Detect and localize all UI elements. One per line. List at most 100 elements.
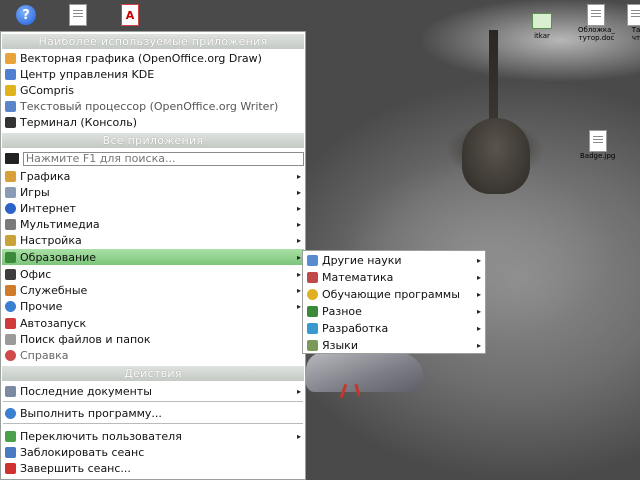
menu-item-internet[interactable]: Интернет ▸ bbox=[2, 200, 304, 216]
desktop-icon-partial[interactable]: Та чт bbox=[626, 4, 640, 42]
graphics-icon bbox=[5, 170, 16, 182]
utilities-icon bbox=[5, 284, 16, 296]
submenu-arrow-icon: ▸ bbox=[476, 306, 481, 316]
run-command-icon bbox=[5, 407, 16, 419]
development-icon bbox=[307, 322, 318, 334]
desktop-icon-pdf[interactable]: A bbox=[120, 4, 140, 26]
menu-item-label: Мультимедиа bbox=[20, 217, 100, 231]
control-center-icon bbox=[5, 68, 16, 80]
menu-item-label: Игры bbox=[20, 185, 50, 199]
menu-item-terminal[interactable]: Терминал (Консоль) bbox=[2, 114, 304, 130]
spreadsheet-icon bbox=[532, 13, 552, 29]
globe-icon bbox=[5, 202, 16, 214]
menu-item-switch-user[interactable]: Переключить пользователя ▸ bbox=[2, 428, 304, 444]
menu-item-office[interactable]: Офис ▸ bbox=[2, 266, 304, 282]
application-menu: Наиболее используемые приложения Векторн… bbox=[0, 31, 306, 480]
submenu-arrow-icon: ▸ bbox=[296, 386, 301, 396]
submenu-arrow-icon: ▸ bbox=[296, 171, 301, 181]
menu-item-education[interactable]: Образование ▸ bbox=[2, 249, 304, 265]
submenu-arrow-icon: ▸ bbox=[296, 235, 301, 245]
menu-item-settings[interactable]: Настройка ▸ bbox=[2, 232, 304, 248]
menu-item-multimedia[interactable]: Мультимедиа ▸ bbox=[2, 216, 304, 232]
menu-item-label: Терминал (Консоль) bbox=[20, 115, 137, 129]
menu-item-label: Векторная графика (OpenOffice.org Draw) bbox=[20, 51, 262, 65]
lamp-reflection bbox=[462, 118, 530, 194]
submenu-arrow-icon: ▸ bbox=[476, 255, 481, 265]
find-files-icon bbox=[5, 333, 16, 345]
desktop-icon-badge[interactable]: Badge.jpg bbox=[580, 130, 615, 160]
menu-item-kde-control-center[interactable]: Центр управления KDE bbox=[2, 66, 304, 82]
menu-item-gcompris[interactable]: GCompris bbox=[2, 82, 304, 98]
menu-item-label: Последние документы bbox=[20, 384, 152, 398]
help-icon bbox=[5, 349, 16, 361]
submenu-arrow-icon: ▸ bbox=[296, 219, 301, 229]
menu-item-recent-documents[interactable]: Последние документы ▸ bbox=[2, 383, 304, 399]
switch-user-icon bbox=[5, 430, 16, 442]
submenu-arrow-icon: ▸ bbox=[476, 272, 481, 282]
desktop-icon-label: Badge.jpg bbox=[580, 152, 616, 160]
submenu-arrow-icon: ▸ bbox=[476, 289, 481, 299]
lamp-pole-reflection bbox=[489, 30, 498, 130]
menu-item-find-files[interactable]: Поиск файлов и папок bbox=[2, 331, 304, 347]
menu-item-help[interactable]: Справка bbox=[2, 347, 304, 363]
document-icon bbox=[587, 4, 606, 26]
games-icon bbox=[5, 186, 16, 198]
menu-item-label: Автозапуск bbox=[20, 316, 87, 330]
menu-item-utilities[interactable]: Служебные ▸ bbox=[2, 282, 304, 298]
desktop-icon-oblozhka[interactable]: Обложка_ тутор.doc bbox=[578, 4, 615, 42]
desktop-icon-label: Обложка_ тутор.doc bbox=[578, 26, 615, 42]
submenu-item-mathematics[interactable]: Математика ▸ bbox=[304, 269, 484, 285]
section-header-all-apps: Все приложения bbox=[2, 133, 304, 148]
menu-item-label: Справка bbox=[20, 348, 69, 362]
menu-item-label: Разработка bbox=[322, 321, 389, 335]
desktop-icon-label: Та чт bbox=[631, 26, 640, 42]
multimedia-icon bbox=[5, 218, 16, 230]
submenu-arrow-icon: ▸ bbox=[476, 323, 481, 333]
menu-item-graphics[interactable]: Графика ▸ bbox=[2, 168, 304, 184]
mathematics-icon bbox=[307, 271, 318, 283]
menu-separator bbox=[3, 423, 303, 424]
languages-icon bbox=[307, 339, 318, 351]
submenu-item-languages[interactable]: Языки ▸ bbox=[304, 337, 484, 353]
gcompris-icon bbox=[5, 84, 16, 96]
desktop-icon-label: itkar bbox=[534, 32, 550, 40]
submenu-item-other-sciences[interactable]: Другие науки ▸ bbox=[304, 252, 484, 268]
submenu-item-misc[interactable]: Разное ▸ bbox=[304, 303, 484, 319]
desktop-icon-help[interactable]: ? bbox=[16, 4, 36, 26]
search-icon bbox=[5, 153, 19, 164]
desktop-icon-document[interactable] bbox=[68, 4, 88, 26]
submenu-arrow-icon: ▸ bbox=[296, 431, 301, 441]
menu-item-other[interactable]: Прочие ▸ bbox=[2, 298, 304, 314]
menu-item-label: Языки bbox=[322, 338, 358, 352]
menu-item-label: Настройка bbox=[20, 233, 82, 247]
menu-item-label: Обучающие программы bbox=[322, 287, 460, 301]
menu-item-label: Центр управления KDE bbox=[20, 67, 155, 81]
draw-icon bbox=[5, 52, 16, 64]
submenu-item-tutorials[interactable]: Обучающие программы ▸ bbox=[304, 286, 484, 302]
menu-item-label: Офис bbox=[20, 267, 52, 281]
search-row bbox=[2, 150, 304, 167]
menu-item-label: Прочие bbox=[20, 299, 63, 313]
menu-item-label: Текстовый процессор (OpenOffice.org Writ… bbox=[20, 99, 279, 113]
menu-item-run-command[interactable]: Выполнить программу... bbox=[2, 405, 304, 421]
submenu-arrow-icon: ▸ bbox=[296, 187, 301, 197]
submenu-item-development[interactable]: Разработка ▸ bbox=[304, 320, 484, 336]
menu-item-label: Математика bbox=[322, 270, 394, 284]
terminal-icon bbox=[5, 116, 16, 128]
search-input[interactable] bbox=[22, 151, 304, 166]
menu-item-lock-session[interactable]: Заблокировать сеанс bbox=[2, 444, 304, 460]
menu-item-label: Образование bbox=[20, 250, 97, 264]
menu-item-draw[interactable]: Векторная графика (OpenOffice.org Draw) bbox=[2, 50, 304, 66]
section-header-actions: Действия bbox=[2, 366, 304, 381]
logout-icon bbox=[5, 462, 16, 474]
document-icon bbox=[627, 4, 640, 26]
menu-item-label: Служебные bbox=[20, 283, 88, 297]
menu-item-logout[interactable]: Завершить сеанс... bbox=[2, 460, 304, 476]
menu-item-games[interactable]: Игры ▸ bbox=[2, 184, 304, 200]
menu-item-writer[interactable]: Текстовый процессор (OpenOffice.org Writ… bbox=[2, 98, 304, 114]
misc-icon bbox=[307, 305, 318, 317]
education-submenu: Другие науки ▸ Математика ▸ Обучающие пр… bbox=[302, 250, 486, 354]
menu-item-autostart[interactable]: Автозапуск bbox=[2, 315, 304, 331]
writer-icon bbox=[5, 100, 16, 112]
desktop-icon-itkar[interactable]: itkar bbox=[532, 10, 552, 40]
